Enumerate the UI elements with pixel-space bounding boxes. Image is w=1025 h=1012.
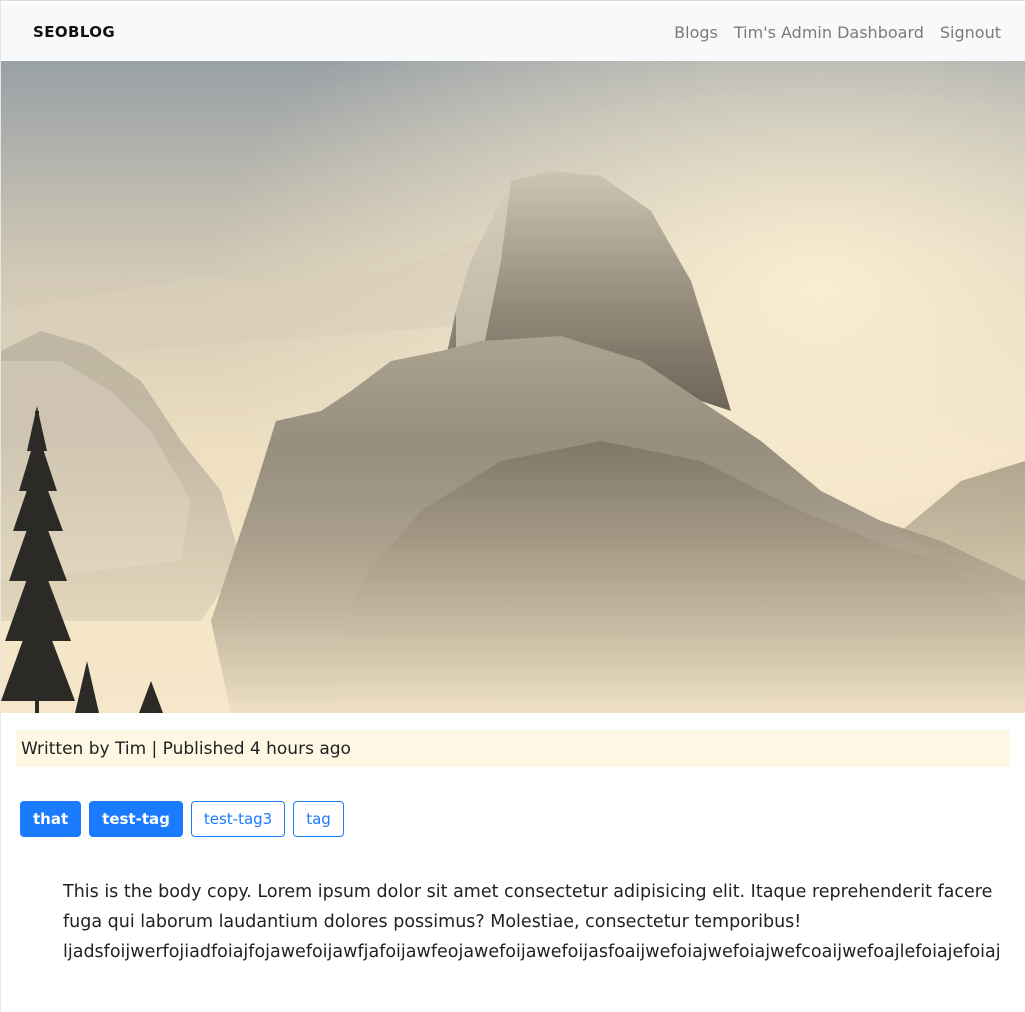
- tag-tag[interactable]: tag: [293, 801, 344, 837]
- body-line: fuga qui laborum laudantium dolores poss…: [63, 912, 802, 932]
- hero-image: [1, 61, 1025, 713]
- tag-that[interactable]: that: [20, 801, 82, 837]
- nav-link-admin-dashboard[interactable]: Tim's Admin Dashboard: [718, 23, 924, 42]
- body-line: This is the body copy. Lorem ipsum dolor…: [63, 882, 993, 902]
- tag-test-tag[interactable]: test-tag: [89, 801, 183, 837]
- brand-logo[interactable]: SEOBLOG: [33, 23, 115, 41]
- post-meta: Written by Tim | Published 4 hours ago: [16, 730, 1010, 767]
- navbar: SEOBLOG Blogs Tim's Admin Dashboard Sign…: [1, 4, 1025, 60]
- post-body: This is the body copy. Lorem ipsum dolor…: [63, 877, 1001, 967]
- page: SEOBLOG Blogs Tim's Admin Dashboard Sign…: [0, 0, 1025, 1012]
- nav-links: Blogs Tim's Admin Dashboard Signout: [658, 23, 1001, 42]
- tag-test-tag3[interactable]: test-tag3: [190, 801, 286, 837]
- tag-list: that test-tag test-tag3 tag: [20, 801, 344, 837]
- nav-link-blogs[interactable]: Blogs: [658, 23, 718, 42]
- body-line: ljadsfoijwerfojiadfoiajfojawefoijawfjafo…: [63, 942, 1001, 962]
- mountain-photo-icon: [1, 61, 1025, 713]
- nav-link-signout[interactable]: Signout: [924, 23, 1001, 42]
